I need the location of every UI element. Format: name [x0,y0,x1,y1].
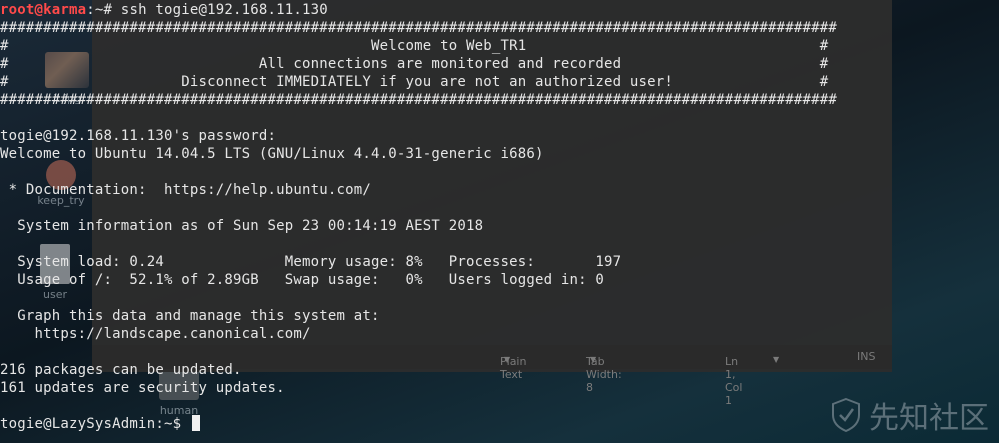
security-updates-line: 161 updates are security updates. [0,380,285,396]
banner-border-bottom: ########################################… [0,92,837,108]
prompt-text: togie@LazySysAdmin:~$ [0,416,190,432]
prompt-user: root@karma [0,2,87,18]
sysinfo-row: System load: 0.24 Memory usage: 8% Proce… [0,254,622,270]
sysinfo-header: System information as of Sun Sep 23 00:1… [0,218,484,234]
updates-line: 216 packages can be updated. [0,362,242,378]
password-prompt: togie@192.168.11.130's password: [0,128,277,144]
command-text: :~# ssh togie@192.168.11.130 [86,2,328,18]
shell-prompt[interactable]: togie@LazySysAdmin:~$ [0,415,200,433]
landscape-line: Graph this data and manage this system a… [0,308,380,324]
banner-line: # Welcome to Web_TR1 # [0,38,829,54]
banner-line: # Disconnect IMMEDIATELY if you are not … [0,74,829,90]
welcome-line: Welcome to Ubuntu 14.04.5 LTS (GNU/Linux… [0,146,544,162]
terminal-output[interactable]: root@karma:~# ssh togie@192.168.11.130 #… [0,0,999,443]
banner-line: # All connections are monitored and reco… [0,56,829,72]
watermark-text: 先知社区 [869,401,989,436]
shield-icon [832,398,860,432]
command-line: root@karma:~# ssh togie@192.168.11.130 [0,1,328,19]
sysinfo-row: Usage of /: 52.1% of 2.89GB Swap usage: … [0,272,605,288]
landscape-url: https://landscape.canonical.com/ [0,326,311,342]
documentation-line: * Documentation: https://help.ubuntu.com… [0,182,372,198]
site-watermark: 先知社区 [831,393,989,437]
terminal-cursor [191,415,200,431]
banner-border-top: ########################################… [0,20,837,36]
